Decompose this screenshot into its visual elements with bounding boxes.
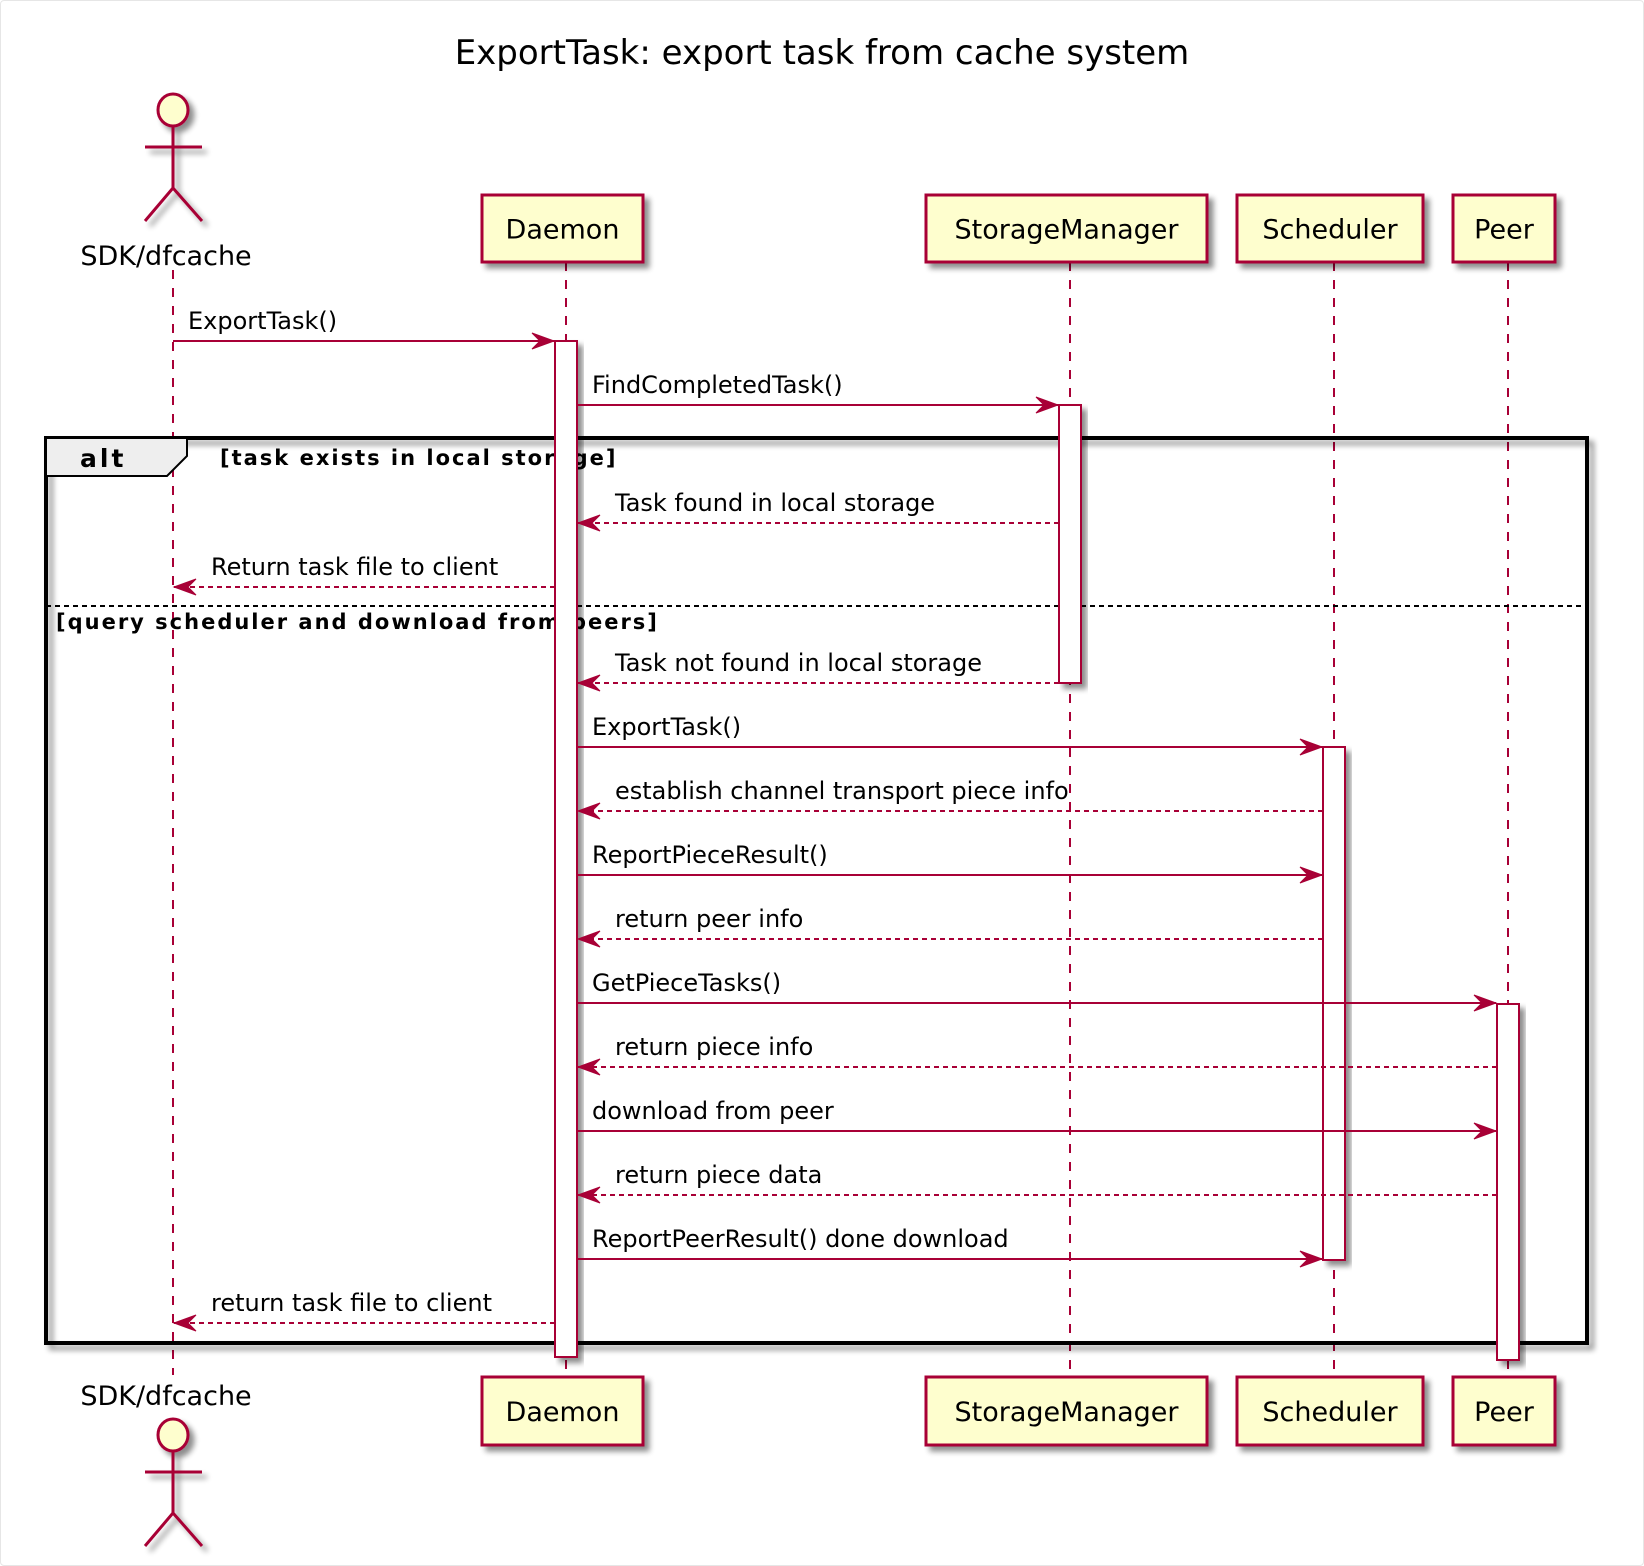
message-label: Task not found in local storage bbox=[614, 649, 982, 677]
activation-bar-daemon bbox=[554, 340, 578, 1358]
message-10: GetPieceTasks() bbox=[577, 969, 1498, 1012]
message-label: return peer info bbox=[615, 905, 803, 933]
message-label: download from peer bbox=[592, 1097, 834, 1125]
message-label: ReportPieceResult() bbox=[592, 841, 828, 869]
participant-label: Scheduler bbox=[1262, 215, 1398, 246]
message-2: FindCompletedTask() bbox=[577, 371, 1060, 414]
actor-icon bbox=[143, 92, 204, 222]
participant-storage: StorageManager StorageManager bbox=[924, 193, 1209, 1447]
message-7: establish channel transport piece info bbox=[576, 777, 1323, 820]
message-label: return piece data bbox=[615, 1161, 822, 1189]
message-14: ReportPeerResult() done download bbox=[577, 1225, 1324, 1268]
message-label: FindCompletedTask() bbox=[592, 371, 843, 399]
alt-keyword: alt bbox=[80, 444, 126, 473]
lifelines bbox=[172, 262, 1509, 1377]
diagram-title: ExportTask: export task from cache syste… bbox=[455, 33, 1190, 73]
activation-bar-storage bbox=[1058, 404, 1082, 684]
actor-label-top: SDK/dfcache bbox=[80, 241, 251, 272]
message-8: ReportPieceResult() bbox=[577, 841, 1324, 884]
message-label: GetPieceTasks() bbox=[592, 969, 781, 997]
arrowhead-icon bbox=[576, 802, 601, 820]
message-label: ExportTask() bbox=[188, 307, 337, 335]
message-label: Task found in local storage bbox=[614, 489, 935, 517]
message-label: return task file to client bbox=[211, 1289, 492, 1317]
message-4: Return task file to client bbox=[172, 553, 555, 596]
activation-bar-peer bbox=[1496, 1003, 1520, 1361]
participant-label: Peer bbox=[1474, 215, 1535, 246]
participant-label: Daemon bbox=[506, 1397, 620, 1428]
message-9: return peer info bbox=[576, 905, 1323, 948]
message-label: establish channel transport piece info bbox=[615, 777, 1069, 805]
participant-label: Daemon bbox=[506, 215, 620, 246]
actor-label-bottom: SDK/dfcache bbox=[80, 1381, 251, 1412]
sequence-diagram: ExportTask: export task from cache syste… bbox=[44, 33, 1589, 1547]
message-12: download from peer bbox=[577, 1097, 1498, 1140]
message-15: return task file to client bbox=[172, 1289, 555, 1332]
message-11: return piece info bbox=[576, 1033, 1497, 1076]
participant-label: StorageManager bbox=[955, 215, 1180, 246]
actor-icon bbox=[143, 1417, 204, 1547]
message-5: Task not found in local storage bbox=[576, 649, 1059, 692]
arrowhead-icon bbox=[576, 930, 601, 948]
message-3: Task found in local storage bbox=[576, 489, 1059, 532]
message-label: ReportPeerResult() done download bbox=[592, 1225, 1009, 1253]
message-label: ExportTask() bbox=[592, 713, 741, 741]
participant-label: Scheduler bbox=[1262, 1397, 1398, 1428]
participant-label: StorageManager bbox=[955, 1397, 1180, 1428]
message-label: Return task file to client bbox=[211, 553, 498, 581]
message-1: ExportTask() bbox=[173, 307, 556, 350]
message-13: return piece data bbox=[576, 1161, 1497, 1204]
message-6: ExportTask() bbox=[577, 713, 1324, 756]
participant-label: Peer bbox=[1474, 1397, 1535, 1428]
message-label: return piece info bbox=[615, 1033, 813, 1061]
